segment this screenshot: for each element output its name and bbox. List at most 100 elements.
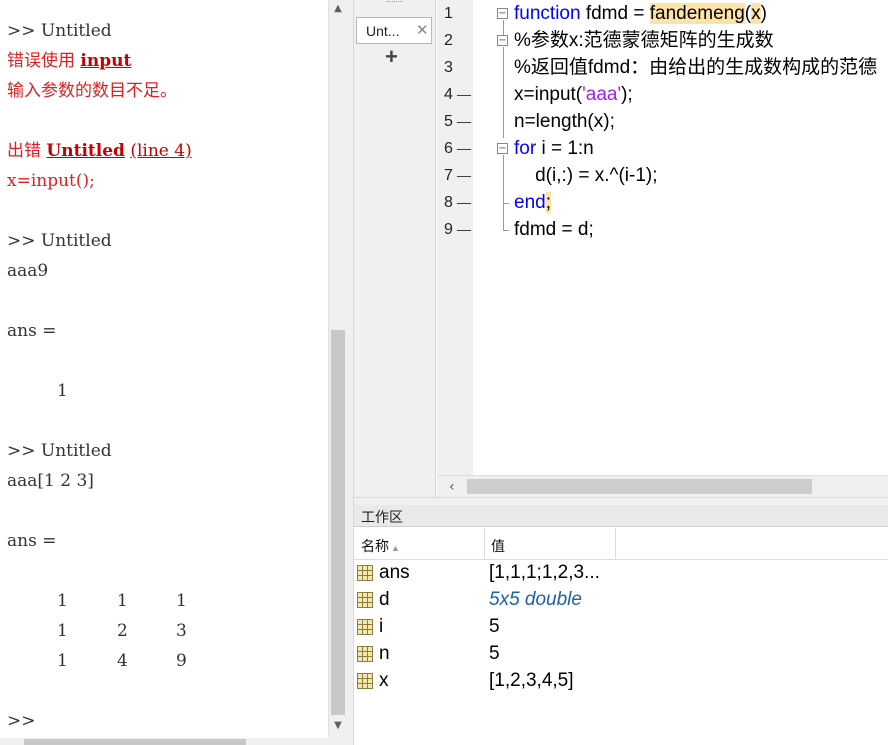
variable-name: ans [379, 562, 410, 583]
matrix-cell: 9 [176, 651, 187, 671]
variable-value: 5 [489, 643, 500, 664]
scrollbar-thumb[interactable] [467, 479, 812, 494]
variable-name: i [379, 616, 384, 637]
scroll-left-icon[interactable]: ‹ [449, 479, 455, 495]
scroll-up-icon[interactable]: ▲ [332, 3, 344, 15]
workspace-header: 名称 ▲ 值 [354, 528, 888, 560]
code-line-7: d(i,:) = x.^(i-1); [514, 165, 658, 186]
cmd-error-line: 错误使用 input [7, 51, 132, 71]
matrix-variable-icon [357, 673, 373, 689]
code-fold-column: − − − [473, 0, 509, 475]
sort-ascending-icon: ▲ [391, 543, 400, 553]
panel-divider[interactable] [346, 0, 354, 745]
line-number: 9 [444, 221, 453, 238]
breakpoint-dash-icon[interactable]: — [457, 216, 471, 243]
add-tab-button[interactable]: + [385, 44, 398, 70]
code-line-4: x=input('aaa'); [514, 84, 633, 105]
fold-minus-icon[interactable]: − [497, 143, 508, 154]
breakpoint-dash-icon[interactable]: — [457, 81, 471, 108]
code-line-9: fdmd = d; [514, 219, 594, 240]
code-line-5: n=length(x); [514, 111, 615, 132]
cmd-ans-label: ans = [7, 321, 57, 341]
function-name-highlight: fandemeng [649, 3, 745, 24]
matrix-variable-icon [357, 592, 373, 608]
cmd-input-echo: aaa9 [7, 261, 49, 281]
scroll-down-icon[interactable]: ▼ [332, 720, 344, 732]
code-line-1: function fdmd = fandemeng(x) [514, 3, 767, 24]
matrix-cell: 1 [176, 591, 187, 611]
code-line-8: end; [514, 192, 551, 213]
line-number: 5 [444, 113, 453, 130]
panel-divider[interactable] [354, 497, 888, 505]
error-link-line[interactable]: (line 4) [130, 141, 191, 161]
workspace-title-bar[interactable]: 工作区 [354, 505, 888, 527]
command-window[interactable]: >> Untitled 错误使用 input 输入参数的数目不足。 出错 Unt… [0, 0, 328, 738]
matrix-variable-icon [357, 565, 373, 581]
workspace-title: 工作区 [361, 509, 403, 525]
drag-grip[interactable] [387, 1, 403, 6]
line-number: 3 [444, 59, 453, 76]
cmd-error-location: 出错 Untitled (line 4) [7, 141, 192, 161]
scrollbar-thumb[interactable] [331, 330, 345, 715]
editor-horizontal-scrollbar[interactable]: ‹ [437, 475, 888, 497]
command-window-vertical-scrollbar[interactable]: ▲ ▼ [328, 0, 346, 738]
line-number: 2 [444, 32, 453, 49]
code-line-6: for i = 1:n [514, 138, 594, 159]
command-window-horizontal-scrollbar[interactable] [0, 738, 346, 745]
error-link-input[interactable]: input [80, 51, 131, 71]
code-line-2: %参数x:范德蒙德矩阵的生成数 [514, 30, 774, 51]
variable-name: x [379, 670, 389, 691]
close-icon[interactable]: ✕ [416, 21, 429, 39]
workspace-row[interactable]: n 5 [354, 641, 888, 668]
workspace-row[interactable]: d 5x5 double [354, 587, 888, 614]
line-number: 7 [444, 167, 453, 184]
matrix-cell: 3 [176, 621, 187, 641]
cmd-ans-value: 1 [57, 381, 68, 401]
matrix-cell: 1 [57, 591, 68, 611]
matrix-cell: 1 [117, 591, 128, 611]
line-number: 4 [444, 86, 453, 103]
cmd-prompt-line: >> Untitled [7, 441, 112, 461]
cmd-ans-label: ans = [7, 531, 57, 551]
breakpoint-dash-icon[interactable]: — [457, 162, 471, 189]
breakpoint-dash-icon[interactable]: — [457, 108, 471, 135]
breakpoint-dash-icon[interactable]: — [457, 135, 471, 162]
matrix-cell: 1 [57, 651, 68, 671]
matrix-variable-icon [357, 646, 373, 662]
column-header-value[interactable]: 值 [491, 536, 505, 556]
matrix-variable-icon [357, 619, 373, 635]
line-number: 6 [444, 140, 453, 157]
cmd-error-message: 输入参数的数目不足。 [7, 81, 177, 101]
cmd-prompt-line: >> Untitled [7, 21, 112, 41]
breakpoint-dash-icon[interactable]: — [457, 189, 471, 216]
variable-name: d [379, 589, 390, 610]
matrix-cell: 2 [117, 621, 128, 641]
code-line-3: %返回值fdmd：由给出的生成数构成的范德 [514, 57, 878, 78]
cmd-error-code: x=input(); [7, 171, 95, 191]
error-link-untitled[interactable]: Untitled [46, 141, 125, 161]
cmd-prompt-line: >> Untitled [7, 231, 112, 251]
workspace-row[interactable]: ans [1,1,1;1,2,3... [354, 560, 888, 587]
column-header-name[interactable]: 名称 ▲ [361, 536, 400, 556]
code-editor[interactable]: 1 2 3 4 5 6 7 8 9 — — — — — — − − − func… [437, 0, 888, 475]
variable-value: 5 [489, 616, 500, 637]
line-number: 1 [444, 5, 453, 22]
line-number: 8 [444, 194, 453, 211]
variable-value: [1,1,1;1,2,3... [489, 562, 600, 583]
matrix-cell: 1 [57, 621, 68, 641]
tab-label: Unt... [366, 23, 400, 39]
cmd-input-echo: aaa[1 2 3] [7, 471, 94, 491]
editor-tab-strip: Unt... ✕ + [354, 0, 436, 497]
tab-untitled[interactable]: Unt... ✕ [356, 17, 432, 44]
workspace-panel: 工作区 名称 ▲ 值 ans [1,1,1;1,2,3... d 5x5 doub… [354, 505, 888, 745]
line-number-gutter: 1 2 3 4 5 6 7 8 9 — — — — — — [437, 0, 473, 475]
variable-name: n [379, 643, 390, 664]
cmd-prompt[interactable]: >> [7, 710, 36, 732]
variable-value: [1,2,3,4,5] [489, 670, 574, 691]
fold-minus-icon[interactable]: − [497, 35, 508, 46]
workspace-row[interactable]: i 5 [354, 614, 888, 641]
fold-minus-icon[interactable]: − [497, 8, 508, 19]
workspace-row[interactable]: x [1,2,3,4,5] [354, 668, 888, 695]
variable-value: 5x5 double [489, 589, 582, 610]
scrollbar-thumb[interactable] [24, 739, 246, 745]
